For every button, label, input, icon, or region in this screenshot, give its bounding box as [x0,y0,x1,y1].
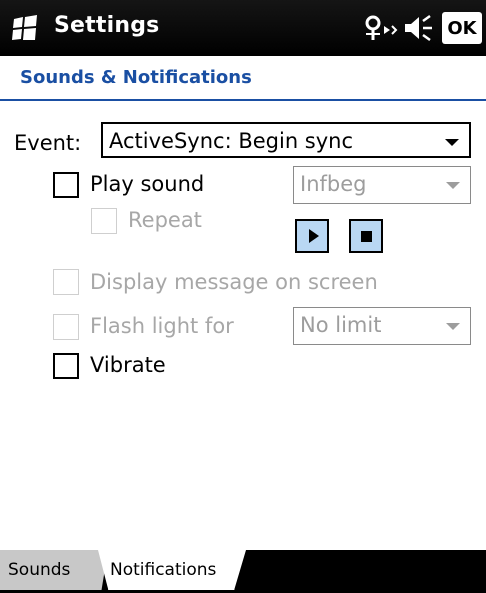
ok-button[interactable]: OK [442,12,482,44]
flash-light-label: Flash light for [90,314,234,338]
display-message-label: Display message on screen [90,270,378,294]
vibrate-label: Vibrate [90,353,166,377]
repeat-label: Repeat [128,208,202,232]
flash-duration-dropdown[interactable]: No limit [293,307,471,345]
stop-button[interactable] [349,219,383,253]
window-title: Settings [54,13,160,38]
tab-strip: Sounds Notifications [0,550,486,593]
tab-sounds[interactable]: Sounds [0,550,108,590]
connectivity-icon[interactable] [362,14,398,42]
event-dropdown-value: ActiveSync: Begin sync [109,129,354,153]
vibrate-checkbox[interactable] [53,353,79,379]
play-button[interactable] [295,219,329,253]
flash-duration-value: No limit [300,313,382,337]
chevron-down-icon [446,323,460,330]
stop-icon [360,230,372,242]
header-divider [0,99,486,101]
sound-file-dropdown[interactable]: Infbeg [293,166,471,204]
title-bar: Settings OK [0,0,486,56]
event-label: Event: [14,131,82,155]
chevron-down-icon [445,139,459,146]
display-message-checkbox[interactable] [53,269,79,295]
windows-start-icon[interactable] [10,13,40,43]
repeat-checkbox[interactable] [91,208,117,234]
event-dropdown[interactable]: ActiveSync: Begin sync [101,122,471,158]
play-sound-checkbox[interactable] [53,172,79,198]
play-icon [308,229,319,243]
page-title: Sounds & Notifications [20,67,252,88]
sound-file-value: Infbeg [300,172,367,196]
page-header: Sounds & Notifications [0,56,486,102]
play-sound-label: Play sound [90,172,205,196]
volume-icon[interactable] [402,14,434,42]
chevron-down-icon [446,182,460,189]
flash-light-checkbox[interactable] [53,314,79,340]
tab-notifications[interactable]: Notifications [98,550,246,590]
